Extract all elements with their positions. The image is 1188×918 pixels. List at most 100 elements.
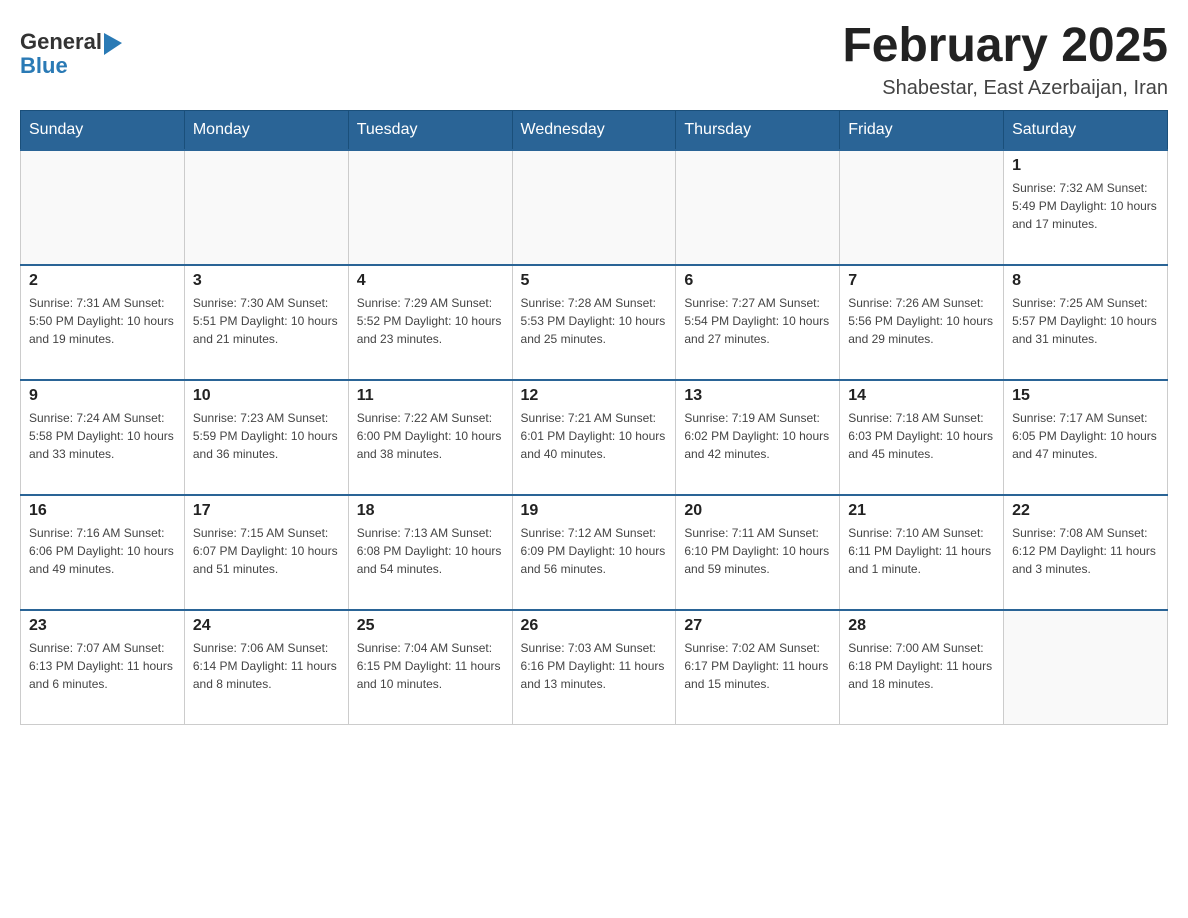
day-info: Sunrise: 7:21 AM Sunset: 6:01 PM Dayligh… xyxy=(521,409,668,463)
calendar-cell: 3 Sunrise: 7:30 AM Sunset: 5:51 PM Daylig… xyxy=(184,265,348,380)
calendar-cell: 16Sunrise: 7:16 AM Sunset: 6:06 PM Dayli… xyxy=(21,495,185,610)
day-number: 4 xyxy=(357,272,504,290)
calendar-cell: 28 Sunrise: 7:00 AM Sunset: 6:18 PM Dayli… xyxy=(840,610,1004,725)
day-number: 19 xyxy=(521,502,668,520)
calendar-cell: 13 Sunrise: 7:19 AM Sunset: 6:02 PM Dayli… xyxy=(676,380,840,495)
logo-general-text: General xyxy=(20,30,102,54)
calendar-cell: 24Sunrise: 7:06 AM Sunset: 6:14 PM Dayli… xyxy=(184,610,348,725)
day-number: 15 xyxy=(1012,387,1159,405)
title-block: February 2025 Shabestar, East Azerbaijan… xyxy=(842,20,1168,100)
day-info: Sunrise: 7:30 AM Sunset: 5:51 PM Dayligh… xyxy=(193,294,340,348)
day-number: 12 xyxy=(521,387,668,405)
day-info: Sunrise: 7:31 AM Sunset: 5:50 PM Dayligh… xyxy=(29,294,176,348)
day-info: Sunrise: 7:22 AM Sunset: 6:00 PM Dayligh… xyxy=(357,409,504,463)
calendar-cell: 6 Sunrise: 7:27 AM Sunset: 5:54 PM Daylig… xyxy=(676,265,840,380)
day-info: Sunrise: 7:04 AM Sunset: 6:15 PM Dayligh… xyxy=(357,639,504,693)
column-header-thursday: Thursday xyxy=(676,110,840,150)
day-info: Sunrise: 7:28 AM Sunset: 5:53 PM Dayligh… xyxy=(521,294,668,348)
column-header-sunday: Sunday xyxy=(21,110,185,150)
logo-triangle-icon xyxy=(104,33,122,55)
day-info: Sunrise: 7:08 AM Sunset: 6:12 PM Dayligh… xyxy=(1012,524,1159,578)
calendar-cell: 12 Sunrise: 7:21 AM Sunset: 6:01 PM Dayli… xyxy=(512,380,676,495)
calendar-cell: 14 Sunrise: 7:18 AM Sunset: 6:03 PM Dayli… xyxy=(840,380,1004,495)
calendar-cell: 21 Sunrise: 7:10 AM Sunset: 6:11 PM Dayli… xyxy=(840,495,1004,610)
calendar-cell xyxy=(348,150,512,265)
day-number: 14 xyxy=(848,387,995,405)
day-info: Sunrise: 7:10 AM Sunset: 6:11 PM Dayligh… xyxy=(848,524,995,578)
day-number: 28 xyxy=(848,617,995,635)
logo-blue-text: Blue xyxy=(20,54,122,78)
location-title: Shabestar, East Azerbaijan, Iran xyxy=(842,77,1168,100)
day-info: Sunrise: 7:29 AM Sunset: 5:52 PM Dayligh… xyxy=(357,294,504,348)
calendar-cell: 10 Sunrise: 7:23 AM Sunset: 5:59 PM Dayli… xyxy=(184,380,348,495)
calendar-cell xyxy=(512,150,676,265)
day-number: 20 xyxy=(684,502,831,520)
day-number: 23 xyxy=(29,617,176,635)
day-number: 21 xyxy=(848,502,995,520)
calendar-cell: 18 Sunrise: 7:13 AM Sunset: 6:08 PM Dayli… xyxy=(348,495,512,610)
calendar-cell: 9Sunrise: 7:24 AM Sunset: 5:58 PM Daylig… xyxy=(21,380,185,495)
day-number: 18 xyxy=(357,502,504,520)
day-info: Sunrise: 7:23 AM Sunset: 5:59 PM Dayligh… xyxy=(193,409,340,463)
day-number: 11 xyxy=(357,387,504,405)
calendar-cell xyxy=(840,150,1004,265)
calendar-cell: 1 Sunrise: 7:32 AM Sunset: 5:49 PM Daylig… xyxy=(1004,150,1168,265)
day-info: Sunrise: 7:18 AM Sunset: 6:03 PM Dayligh… xyxy=(848,409,995,463)
calendar-cell: 19Sunrise: 7:12 AM Sunset: 6:09 PM Dayli… xyxy=(512,495,676,610)
calendar-cell: 7 Sunrise: 7:26 AM Sunset: 5:56 PM Daylig… xyxy=(840,265,1004,380)
day-number: 1 xyxy=(1012,157,1159,175)
week-row-3: 9Sunrise: 7:24 AM Sunset: 5:58 PM Daylig… xyxy=(21,380,1168,495)
day-number: 10 xyxy=(193,387,340,405)
day-number: 27 xyxy=(684,617,831,635)
calendar-cell: 8 Sunrise: 7:25 AM Sunset: 5:57 PM Daylig… xyxy=(1004,265,1168,380)
calendar-cell: 23 Sunrise: 7:07 AM Sunset: 6:13 PM Dayli… xyxy=(21,610,185,725)
day-number: 24 xyxy=(193,617,340,635)
day-number: 13 xyxy=(684,387,831,405)
day-info: Sunrise: 7:02 AM Sunset: 6:17 PM Dayligh… xyxy=(684,639,831,693)
day-info: Sunrise: 7:25 AM Sunset: 5:57 PM Dayligh… xyxy=(1012,294,1159,348)
calendar-cell: 26 Sunrise: 7:03 AM Sunset: 6:16 PM Dayli… xyxy=(512,610,676,725)
calendar-cell: 4 Sunrise: 7:29 AM Sunset: 5:52 PM Daylig… xyxy=(348,265,512,380)
day-number: 9 xyxy=(29,387,176,405)
week-row-5: 23 Sunrise: 7:07 AM Sunset: 6:13 PM Dayli… xyxy=(21,610,1168,725)
day-info: Sunrise: 7:27 AM Sunset: 5:54 PM Dayligh… xyxy=(684,294,831,348)
day-number: 7 xyxy=(848,272,995,290)
day-info: Sunrise: 7:32 AM Sunset: 5:49 PM Dayligh… xyxy=(1012,179,1159,233)
calendar-cell xyxy=(676,150,840,265)
week-row-4: 16Sunrise: 7:16 AM Sunset: 6:06 PM Dayli… xyxy=(21,495,1168,610)
calendar-header-row: SundayMondayTuesdayWednesdayThursdayFrid… xyxy=(21,110,1168,150)
day-info: Sunrise: 7:00 AM Sunset: 6:18 PM Dayligh… xyxy=(848,639,995,693)
day-number: 6 xyxy=(684,272,831,290)
calendar-cell: 22 Sunrise: 7:08 AM Sunset: 6:12 PM Dayli… xyxy=(1004,495,1168,610)
day-number: 3 xyxy=(193,272,340,290)
calendar-cell: 2 Sunrise: 7:31 AM Sunset: 5:50 PM Daylig… xyxy=(21,265,185,380)
day-info: Sunrise: 7:03 AM Sunset: 6:16 PM Dayligh… xyxy=(521,639,668,693)
calendar-cell: 5Sunrise: 7:28 AM Sunset: 5:53 PM Daylig… xyxy=(512,265,676,380)
day-number: 22 xyxy=(1012,502,1159,520)
day-number: 8 xyxy=(1012,272,1159,290)
calendar-cell xyxy=(1004,610,1168,725)
day-info: Sunrise: 7:19 AM Sunset: 6:02 PM Dayligh… xyxy=(684,409,831,463)
week-row-2: 2 Sunrise: 7:31 AM Sunset: 5:50 PM Daylig… xyxy=(21,265,1168,380)
calendar-cell xyxy=(21,150,185,265)
calendar-cell: 17Sunrise: 7:15 AM Sunset: 6:07 PM Dayli… xyxy=(184,495,348,610)
day-info: Sunrise: 7:26 AM Sunset: 5:56 PM Dayligh… xyxy=(848,294,995,348)
day-info: Sunrise: 7:07 AM Sunset: 6:13 PM Dayligh… xyxy=(29,639,176,693)
day-number: 26 xyxy=(521,617,668,635)
day-info: Sunrise: 7:17 AM Sunset: 6:05 PM Dayligh… xyxy=(1012,409,1159,463)
calendar-cell: 25 Sunrise: 7:04 AM Sunset: 6:15 PM Dayli… xyxy=(348,610,512,725)
day-number: 2 xyxy=(29,272,176,290)
day-number: 25 xyxy=(357,617,504,635)
month-title: February 2025 xyxy=(842,20,1168,73)
column-header-tuesday: Tuesday xyxy=(348,110,512,150)
day-number: 17 xyxy=(193,502,340,520)
day-number: 16 xyxy=(29,502,176,520)
calendar-cell: 15 Sunrise: 7:17 AM Sunset: 6:05 PM Dayli… xyxy=(1004,380,1168,495)
day-info: Sunrise: 7:11 AM Sunset: 6:10 PM Dayligh… xyxy=(684,524,831,578)
calendar-table: SundayMondayTuesdayWednesdayThursdayFrid… xyxy=(20,110,1168,726)
day-info: Sunrise: 7:13 AM Sunset: 6:08 PM Dayligh… xyxy=(357,524,504,578)
logo: General Blue xyxy=(20,30,122,78)
calendar-cell xyxy=(184,150,348,265)
column-header-saturday: Saturday xyxy=(1004,110,1168,150)
week-row-1: 1 Sunrise: 7:32 AM Sunset: 5:49 PM Daylig… xyxy=(21,150,1168,265)
